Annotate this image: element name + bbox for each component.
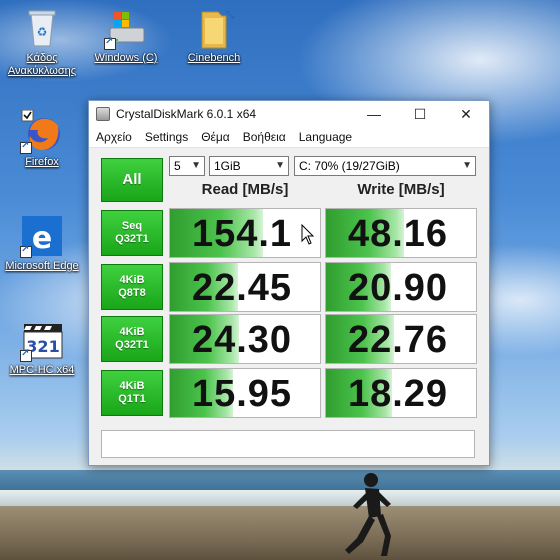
shortcut-arrow-icon [20, 244, 32, 258]
chevron-down-icon: ▼ [191, 160, 201, 171]
test-name: 4KiB [119, 380, 145, 392]
test-name: Seq [121, 220, 143, 232]
comment-field[interactable] [101, 430, 475, 458]
test-button-seq-q32t1[interactable]: Seq Q32T1 [101, 210, 163, 256]
mpc-hc-icon: 321 [20, 318, 64, 362]
write-value: 22.76 [347, 319, 449, 361]
test-params: Q32T1 [115, 233, 149, 245]
write-value: 18.29 [347, 373, 449, 415]
size-select-value: 1GiB [214, 159, 241, 173]
firefox-icon [20, 109, 64, 154]
desktop-icon-label: Firefox [25, 156, 59, 168]
test-button-4kib-q1t1[interactable]: 4KiB Q1T1 [101, 370, 163, 416]
desktop-icon-label: MPC-HC x64 [9, 364, 75, 376]
svg-text:e: e [32, 221, 52, 256]
test-name: 4KiB [119, 326, 145, 338]
edge-icon: e [20, 214, 64, 258]
mouse-cursor-icon [301, 224, 315, 245]
desktop-icon-label: Microsoft Edge [5, 260, 79, 272]
benchmark-panel: All 5 ▼ 1GiB ▼ C: 70% (19/27GiB) ▼ Read … [89, 148, 489, 464]
read-result-cell: 154.1 [169, 208, 321, 258]
menu-language[interactable]: Language [292, 127, 358, 144]
read-result-cell: 24.30 [169, 314, 321, 364]
runner-silhouette [345, 473, 391, 556]
write-result-cell: 18.29 [325, 368, 477, 418]
shortcut-arrow-icon [20, 140, 32, 154]
read-value: 15.95 [191, 373, 293, 415]
read-result-cell: 15.95 [169, 368, 321, 418]
folder-icon: ⤡ [192, 6, 236, 50]
read-column-header: Read [MB/s] [201, 181, 289, 198]
app-icon [96, 107, 110, 121]
write-result-cell: 20.90 [325, 262, 477, 312]
menu-help[interactable]: Βοήθεια [236, 127, 292, 144]
write-value: 20.90 [347, 267, 449, 309]
test-button-4kib-q8t8[interactable]: 4KiB Q8T8 [101, 264, 163, 310]
drive-select[interactable]: C: 70% (19/27GiB) ▼ [294, 156, 476, 176]
count-select[interactable]: 5 ▼ [169, 156, 205, 176]
menu-theme[interactable]: Θέμα [194, 127, 236, 144]
desktop-icon-mpc-hc[interactable]: 321 MPC-HC x64 [2, 318, 82, 377]
test-params: Q32T1 [115, 339, 149, 351]
svg-text:⤡: ⤡ [226, 10, 234, 21]
window-title: CrystalDiskMark 6.0.1 x64 [116, 107, 257, 121]
write-column-header: Write [MB/s] [357, 181, 445, 198]
shortcut-arrow-icon [20, 348, 32, 362]
write-result-cell: 48.16 [325, 208, 477, 258]
recycle-bin-icon: ♻ [20, 6, 64, 50]
crystaldiskmark-window: CrystalDiskMark 6.0.1 x64 — ☐ ✕ Αρχείο Se… [88, 100, 490, 466]
read-result-cell: 22.45 [169, 262, 321, 312]
svg-text:♻: ♻ [37, 25, 48, 39]
desktop-icon-recycle-bin[interactable]: ♻ Κάδος Ανακύκλωσης [2, 6, 82, 78]
menu-file[interactable]: Αρχείο [89, 127, 138, 144]
test-name: 4KiB [119, 274, 145, 286]
count-select-value: 5 [174, 159, 181, 173]
size-select[interactable]: 1GiB ▼ [209, 156, 289, 176]
drive-select-value: C: 70% (19/27GiB) [299, 159, 400, 173]
shortcut-arrow-icon [104, 36, 116, 50]
read-value: 154.1 [191, 213, 293, 255]
desktop-icon-firefox[interactable]: Firefox [2, 109, 82, 169]
desktop-icon-edge[interactable]: e Microsoft Edge [2, 214, 82, 273]
menu-settings[interactable]: Settings [138, 127, 194, 144]
read-value: 24.30 [191, 319, 293, 361]
chevron-down-icon: ▼ [275, 160, 285, 171]
minimize-button[interactable]: — [351, 101, 397, 127]
beach-sand [0, 506, 560, 560]
test-params: Q8T8 [118, 287, 146, 299]
test-button-4kib-q32t1[interactable]: 4KiB Q32T1 [101, 316, 163, 362]
maximize-button[interactable]: ☐ [397, 101, 443, 127]
read-value: 22.45 [191, 267, 293, 309]
test-params: Q1T1 [118, 393, 146, 405]
close-button[interactable]: ✕ [443, 101, 489, 127]
all-button[interactable]: All [101, 158, 163, 202]
desktop-icon-label: Windows (C) [94, 52, 158, 64]
write-value: 48.16 [347, 213, 449, 255]
desktop-icon-windows-drive[interactable]: Windows (C) [86, 6, 166, 65]
title-bar[interactable]: CrystalDiskMark 6.0.1 x64 — ☐ ✕ [89, 101, 489, 127]
desktop-icon-cinebench[interactable]: ⤡ Cinebench [174, 6, 254, 65]
sea [0, 470, 560, 492]
drive-icon [104, 6, 148, 50]
desktop-icon-label: Cinebench [187, 52, 241, 64]
menu-bar: Αρχείο Settings Θέμα Βοήθεια Language [89, 127, 489, 148]
desktop-icon-label: Κάδος Ανακύκλωσης [7, 52, 77, 77]
write-result-cell: 22.76 [325, 314, 477, 364]
chevron-down-icon: ▼ [462, 160, 472, 171]
